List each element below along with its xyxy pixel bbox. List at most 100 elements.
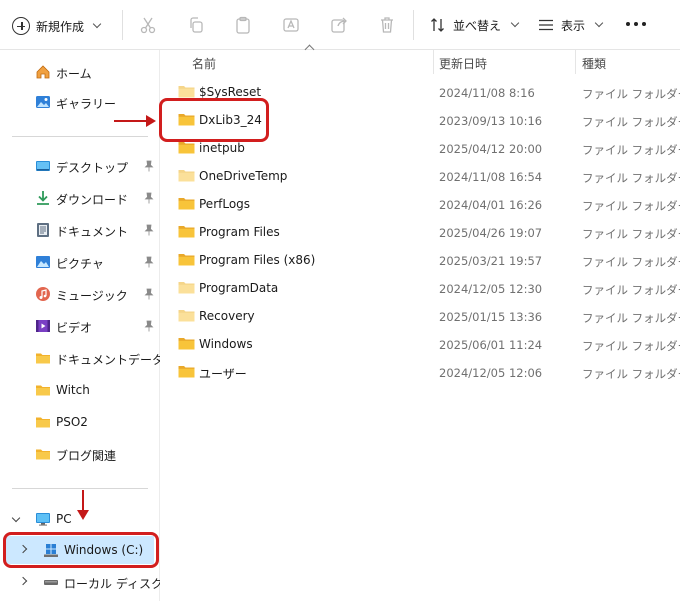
highlight-box-folder [159, 98, 269, 142]
file-name: PerfLogs [199, 197, 251, 211]
file-type: ファイル フォルダー [582, 255, 680, 269]
plus-icon [12, 17, 30, 35]
column-name-label: 名前 [192, 57, 217, 71]
sidebar-item-pictures[interactable]: ピクチャ [0, 248, 158, 276]
chevron-right-icon[interactable] [18, 576, 28, 586]
red-arrow-right [114, 115, 156, 127]
toolbar-divider [413, 10, 414, 40]
folder-icon [178, 198, 195, 210]
sidebar-item-gallery[interactable]: ギャラリー [0, 88, 158, 116]
file-type: ファイル フォルダー [582, 283, 680, 297]
more-options-button[interactable] [626, 22, 646, 26]
clipboard-icon [236, 16, 250, 34]
cut-button[interactable] [137, 14, 159, 36]
file-type: ファイル フォルダー [582, 143, 680, 157]
table-row[interactable]: Program Files (x86) 2025/03/21 19:57 ファイル … [160, 246, 680, 274]
sidebar-item-label: ドキュメント [56, 225, 129, 239]
table-row[interactable]: Windows 2025/06/01 11:24 ファイル フォルダー [160, 330, 680, 358]
sidebar-item-music[interactable]: ミュージック [0, 280, 158, 308]
folder-icon [178, 86, 195, 98]
file-name: inetpub [199, 141, 245, 155]
red-arrow-down [77, 490, 89, 520]
folder-icon [36, 449, 50, 460]
view-label: 表示 [561, 18, 586, 33]
rename-icon [283, 18, 299, 32]
sidebar-item-home[interactable]: ホーム [0, 58, 158, 86]
table-row[interactable]: ProgramData 2024/12/05 12:30 ファイル フォルダー [160, 274, 680, 302]
file-date: 2024/12/05 12:06 [439, 366, 543, 380]
column-divider[interactable] [575, 50, 576, 74]
sidebar-item-label: ギャラリー [56, 97, 117, 111]
column-date-label: 更新日時 [439, 57, 488, 71]
desktop-icon [36, 161, 50, 171]
file-name: Recovery [199, 309, 255, 323]
file-name: OneDriveTemp [199, 169, 288, 183]
sidebar-item-folder[interactable]: ドキュメントデータ [0, 344, 164, 372]
sidebar-item-desktop[interactable]: デスクトップ [0, 152, 158, 180]
file-name: ProgramData [199, 281, 279, 295]
home-icon [36, 65, 50, 79]
sidebar-item-folder[interactable]: PSO2 [0, 408, 158, 436]
highlight-box-drive [3, 532, 159, 568]
folder-icon [36, 353, 50, 364]
download-icon [37, 191, 49, 205]
column-header-name[interactable]: 名前 [192, 50, 216, 74]
file-date: 2025/03/21 19:57 [439, 254, 543, 268]
column-divider[interactable] [433, 50, 434, 74]
file-date: 2025/04/26 19:07 [439, 226, 543, 240]
pictures-icon [36, 256, 50, 268]
table-row[interactable]: ユーザー 2024/12/05 12:06 ファイル フォルダー [160, 358, 680, 386]
pin-icon [144, 256, 154, 268]
sidebar-item-label: ピクチャ [56, 257, 104, 271]
folder-icon [178, 170, 195, 182]
sidebar-item-videos[interactable]: ビデオ [0, 312, 158, 340]
sidebar-item-label: ホーム [56, 67, 92, 81]
gallery-icon [36, 96, 50, 108]
file-name: Program Files (x86) [199, 253, 316, 267]
sidebar-item-folder[interactable]: ブログ関連 [0, 440, 158, 468]
view-button[interactable]: 表示 [538, 14, 604, 36]
share-icon [331, 17, 347, 33]
file-date: 2025/01/15 13:36 [439, 310, 543, 324]
file-date: 2024/12/05 12:30 [439, 282, 543, 296]
share-button[interactable] [328, 14, 350, 36]
sidebar-item-downloads[interactable]: ダウンロード [0, 184, 158, 212]
folder-icon [178, 366, 195, 378]
column-header-date[interactable]: 更新日時 [439, 50, 487, 74]
more-dot [634, 22, 638, 26]
table-row[interactable]: OneDriveTemp 2024/11/08 16:54 ファイル フォルダー [160, 162, 680, 190]
sidebar-item-label: ダウンロード [56, 193, 129, 207]
sidebar-item-label: ビデオ [56, 321, 93, 335]
sidebar-item-label: ブログ関連 [56, 449, 117, 463]
paste-button[interactable] [232, 14, 254, 36]
file-name: Windows [199, 337, 253, 351]
sidebar-item-label: ミュージック [56, 289, 128, 303]
pin-icon [144, 320, 154, 332]
table-row[interactable]: Recovery 2025/01/15 13:36 ファイル フォルダー [160, 302, 680, 330]
file-date: 2024/11/08 16:54 [439, 170, 543, 184]
pin-icon [144, 288, 154, 300]
sidebar-item-documents[interactable]: ドキュメント [0, 216, 158, 244]
sidebar-item-folder[interactable]: Witch [0, 376, 158, 404]
trash-icon [381, 17, 393, 33]
sidebar-item-drive-d[interactable]: ローカル ディスク (D:) [0, 568, 189, 596]
rename-button[interactable] [280, 14, 302, 36]
file-type: ファイル フォルダー [582, 311, 680, 325]
copy-button[interactable] [185, 14, 207, 36]
new-label: 新規作成 [36, 19, 85, 34]
sort-button[interactable]: 並べ替え [430, 14, 520, 36]
file-type: ファイル フォルダー [582, 227, 680, 241]
column-header-type[interactable]: 種類 [582, 50, 606, 74]
chevron-down-icon [510, 18, 520, 28]
sort-label: 並べ替え [453, 18, 502, 33]
pc-icon [36, 513, 50, 526]
delete-button[interactable] [376, 14, 398, 36]
new-button[interactable]: 新規作成 [12, 12, 102, 40]
file-date: 2025/06/01 11:24 [439, 338, 543, 352]
table-row[interactable]: Program Files 2025/04/26 19:07 ファイル フォルダー [160, 218, 680, 246]
file-type: ファイル フォルダー [582, 115, 680, 129]
table-row[interactable]: PerfLogs 2024/04/01 16:26 ファイル フォルダー [160, 190, 680, 218]
folder-icon [178, 338, 195, 350]
chevron-down-icon[interactable] [11, 513, 21, 523]
sidebar-item-label: PSO2 [56, 415, 88, 429]
